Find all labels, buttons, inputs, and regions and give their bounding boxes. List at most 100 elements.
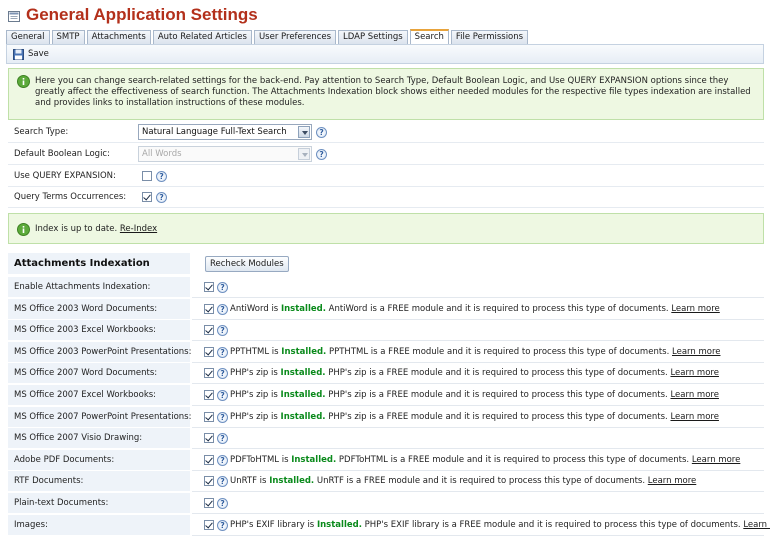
index-status-text: Index is up to date. <box>35 224 118 234</box>
boolean-logic-row: Default Boolean Logic: All Words ? <box>8 144 764 165</box>
search-type-label: Search Type: <box>14 127 69 137</box>
query-expansion-label: Use QUERY EXPANSION: <box>14 171 116 181</box>
attachment-row-checkbox[interactable] <box>204 476 214 486</box>
attachment-row-label: MS Office 2003 Word Documents: <box>14 304 158 314</box>
tab-smtp[interactable]: SMTP <box>51 30 85 44</box>
learn-more-link[interactable]: Learn more <box>670 368 718 378</box>
settings-page-icon <box>8 11 20 22</box>
learn-more-link[interactable]: Learn more <box>672 347 720 357</box>
attachment-row-label: MS Office 2007 Visio Drawing: <box>14 433 143 443</box>
query-terms-checkbox[interactable] <box>142 192 152 202</box>
module-status: PHP's zip is Installed. PHP's zip is a F… <box>230 390 719 400</box>
tab-file-permissions[interactable]: File Permissions <box>450 30 529 44</box>
learn-more-link[interactable]: Learn more <box>671 304 719 314</box>
attachments-header-cell: Attachments Indexation <box>8 253 190 275</box>
tab-auto-related-articles[interactable]: Auto Related Articles <box>152 30 252 44</box>
help-icon[interactable]: ? <box>217 325 228 336</box>
help-icon[interactable]: ? <box>156 171 167 182</box>
save-label: Save <box>28 49 49 59</box>
attachment-row-checkbox[interactable] <box>204 325 214 335</box>
attachment-row-value-cell: ? PHP's zip is Installed. PHP's zip is a … <box>192 407 764 428</box>
query-expansion-checkbox[interactable] <box>142 171 152 181</box>
help-icon[interactable]: ? <box>316 127 327 138</box>
attachment-row-label-cell: MS Office 2007 Visio Drawing: <box>8 428 190 449</box>
help-icon[interactable]: ? <box>217 520 228 531</box>
tab-search[interactable]: Search <box>409 29 449 44</box>
help-icon[interactable]: ? <box>217 347 228 358</box>
attachment-row-checkbox[interactable] <box>204 368 214 378</box>
help-icon[interactable]: ? <box>217 368 228 379</box>
attachment-row-checkbox[interactable] <box>204 455 214 465</box>
attachment-row-value-cell: ? UnRTF is Installed. UnRTF is a FREE mod… <box>192 471 764 492</box>
learn-more-link[interactable]: Learn more <box>743 520 770 530</box>
learn-more-link[interactable]: Learn more <box>670 390 718 400</box>
help-icon[interactable]: ? <box>217 476 228 487</box>
module-description: PHP's zip is a FREE module and it is req… <box>328 412 668 422</box>
attachment-row-label: MS Office 2007 PowerPoint Presentations: <box>14 412 192 422</box>
attachment-row-checkbox[interactable] <box>204 304 214 314</box>
save-button[interactable]: Save <box>10 47 52 62</box>
tab-attachments[interactable]: Attachments <box>86 30 151 44</box>
attachment-row-checkbox[interactable] <box>204 390 214 400</box>
tab-user-preferences[interactable]: User Preferences <box>253 30 337 44</box>
attachment-row-label: MS Office 2003 Excel Workbooks: <box>14 325 157 335</box>
module-description: AntiWord is a FREE module and it is requ… <box>328 304 669 314</box>
learn-more-link[interactable]: Learn more <box>692 455 740 465</box>
attachment-row-value-cell: ? PHP's EXIF library is Installed. PHP's … <box>192 515 770 536</box>
tab-general[interactable]: General <box>6 30 50 44</box>
attachment-row-label: MS Office 2007 Excel Workbooks: <box>14 390 157 400</box>
attachment-row-checkbox[interactable] <box>204 347 214 357</box>
help-icon[interactable]: ? <box>316 149 327 160</box>
module-description: PHP's EXIF library is a FREE module and … <box>364 520 741 530</box>
query-expansion-row: Use QUERY EXPANSION: ? <box>8 166 764 187</box>
index-status: Index is up to date. Re-Index <box>35 224 757 235</box>
attachment-row-label: Plain-text Documents: <box>14 498 109 508</box>
installed-status: Installed. <box>280 390 326 400</box>
help-icon[interactable]: ? <box>217 498 228 509</box>
attachment-row-label: Enable Attachments Indexation: <box>14 282 151 292</box>
recheck-modules-button[interactable]: Recheck Modules <box>205 256 289 272</box>
boolean-logic-value: All Words <box>142 149 182 159</box>
attachment-row-checkbox[interactable] <box>204 282 214 292</box>
help-icon[interactable]: ? <box>217 390 228 401</box>
search-type-select[interactable]: Natural Language Full-Text Search <box>138 124 312 140</box>
chevron-down-icon[interactable] <box>298 126 310 138</box>
module-status: UnRTF is Installed. UnRTF is a FREE modu… <box>230 476 696 486</box>
boolean-logic-select[interactable]: All Words <box>138 146 312 162</box>
module-name: AntiWord is <box>230 304 279 314</box>
query-terms-row: Query Terms Occurrences: ? <box>8 187 764 208</box>
help-icon[interactable]: ? <box>156 192 167 203</box>
save-icon <box>13 49 24 60</box>
attachment-row-value-cell: ? PPTHTML is Installed. PPTHTML is a FREE… <box>192 342 764 363</box>
module-name: PHP's zip is <box>230 368 278 378</box>
attachment-row-checkbox[interactable] <box>204 433 214 443</box>
reindex-link[interactable]: Re-Index <box>120 224 157 234</box>
attachment-row-value-cell: ? <box>192 277 764 298</box>
installed-status: Installed. <box>280 304 326 314</box>
installed-status: Installed. <box>280 368 326 378</box>
module-status: PHP's zip is Installed. PHP's zip is a F… <box>230 412 719 422</box>
module-name: PPTHTML is <box>230 347 279 357</box>
help-icon[interactable]: ? <box>217 433 228 444</box>
learn-more-link[interactable]: Learn more <box>648 476 696 486</box>
module-description: UnRTF is a FREE module and it is require… <box>316 476 646 486</box>
attachment-row-checkbox[interactable] <box>204 498 214 508</box>
attachment-row-label: Images: <box>14 520 48 530</box>
help-icon[interactable]: ? <box>217 282 228 293</box>
tab-ldap-settings[interactable]: LDAP Settings <box>338 30 408 44</box>
attachment-row-label-cell: Plain-text Documents: <box>8 493 190 514</box>
module-name: UnRTF is <box>230 476 267 486</box>
attachment-row-checkbox[interactable] <box>204 520 214 530</box>
module-status: PHP's EXIF library is Installed. PHP's E… <box>230 520 770 530</box>
learn-more-link[interactable]: Learn more <box>670 412 718 422</box>
attachment-row-label: RTF Documents: <box>14 476 84 486</box>
installed-status: Installed. <box>281 347 327 357</box>
help-icon[interactable]: ? <box>217 455 228 466</box>
help-icon[interactable]: ? <box>217 412 228 423</box>
attachment-row-checkbox[interactable] <box>204 412 214 422</box>
help-icon[interactable]: ? <box>217 304 228 315</box>
search-type-row: Search Type: Natural Language Full-Text … <box>8 122 764 143</box>
chevron-down-icon[interactable] <box>298 148 310 160</box>
attachment-row-label-cell: MS Office 2003 Word Documents: <box>8 299 190 320</box>
module-status: PHP's zip is Installed. PHP's zip is a F… <box>230 368 719 378</box>
